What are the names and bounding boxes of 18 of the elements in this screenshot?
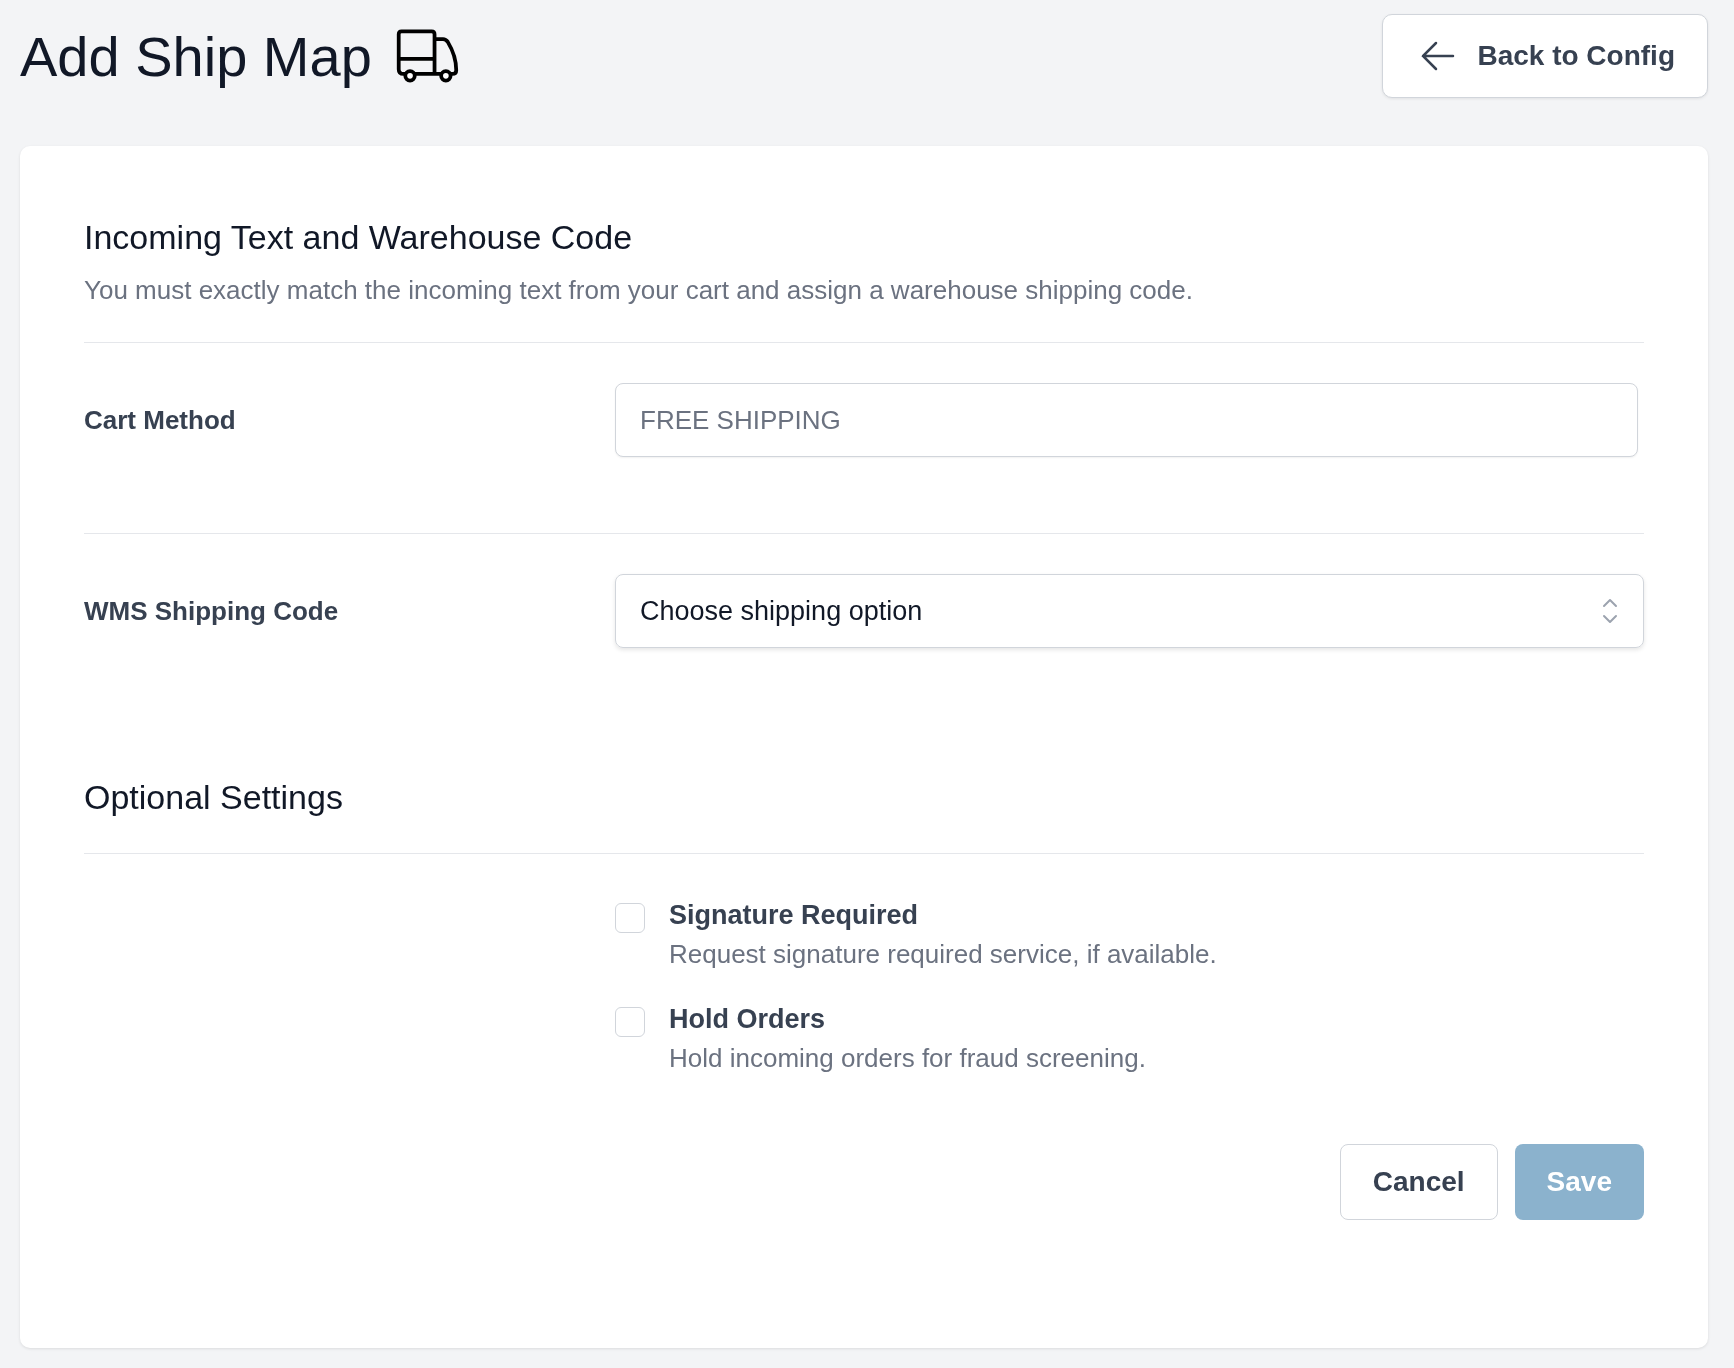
back-button[interactable]: Back to Config (1382, 14, 1708, 98)
chevron-up-down-icon (1601, 597, 1619, 625)
checkbox[interactable] (615, 1007, 645, 1037)
arrow-left-icon (1421, 41, 1456, 71)
page-title: Add Ship Map (20, 23, 372, 89)
section-title: Optional Settings (84, 778, 344, 817)
section-title: Incoming Text and Warehouse Code (84, 218, 634, 257)
option-description: Request signature required service, if available. (669, 939, 1217, 970)
field-label: Cart Method (84, 404, 237, 436)
option-description: Hold incoming orders for fraud screening. (669, 1043, 1146, 1074)
shipping-code-select[interactable]: Choose shipping option (615, 574, 1644, 648)
option-label: Signature Required (669, 900, 920, 931)
option-label: Hold Orders (669, 1004, 827, 1035)
checkbox[interactable] (615, 903, 645, 933)
cancel-button[interactable]: Cancel (1339, 1144, 1498, 1220)
field-label: WMS Shipping Code (84, 595, 340, 627)
section-description: You must exactly match the incoming text from your cart and assign a warehouse shipping code. (84, 275, 1194, 306)
cart-method-input[interactable]: FREE SHIPPING (615, 383, 1638, 457)
